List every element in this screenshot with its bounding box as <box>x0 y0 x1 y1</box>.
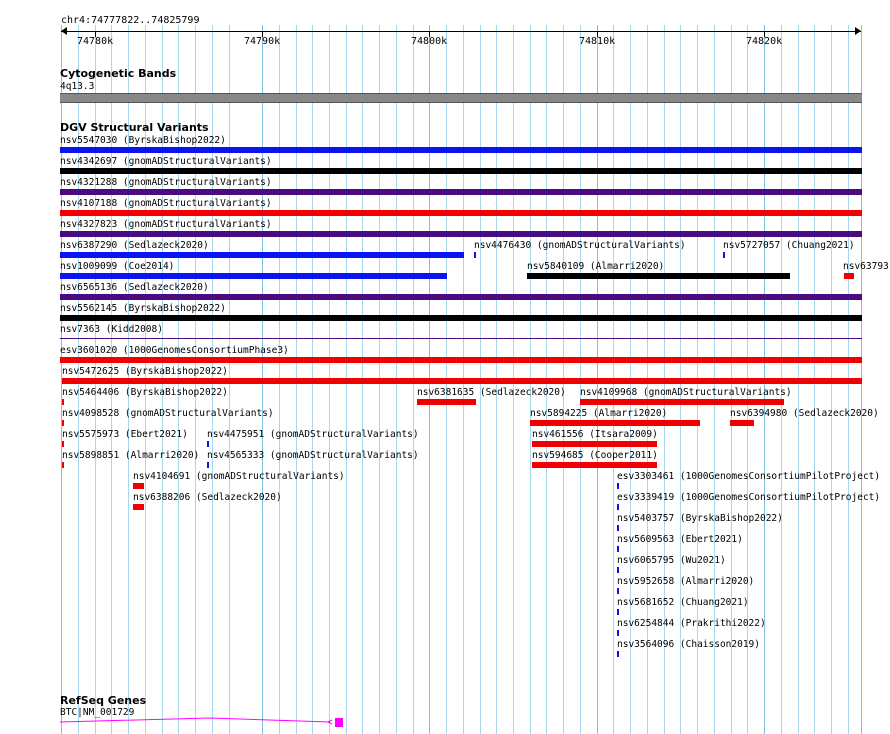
feature-bar[interactable] <box>60 168 862 174</box>
dgv-track-title[interactable]: DGV Structural Variants <box>60 121 209 134</box>
feature-label: esv3303461 (1000GenomesConsortiumPilotPr… <box>617 471 881 482</box>
feature-label: nsv4565333 (gnomADStructuralVariants) <box>207 450 419 461</box>
feature-label: nsv6254844 (Prakrithi2022) <box>617 618 766 629</box>
feature-bar[interactable] <box>60 294 862 300</box>
feature-label: nsv6381635 (Sedlazeck2020) <box>417 387 566 398</box>
feature-bar[interactable] <box>60 252 464 258</box>
feature-label: nsv5609563 (Ebert2021) <box>617 534 743 545</box>
feature-label: nsv6565136 (Sedlazeck2020) <box>60 282 209 293</box>
feature-label: nsv4342697 (gnomADStructuralVariants) <box>60 156 272 167</box>
feature-bar[interactable] <box>580 399 784 405</box>
feature-bar[interactable] <box>62 441 64 447</box>
feature-bar[interactable] <box>474 252 476 258</box>
feature-label: nsv5840109 (Almarri2020) <box>527 261 665 272</box>
ruler-tick-label: 74800k <box>411 36 448 47</box>
feature-label: nsv7363 (Kidd2008) <box>60 324 163 335</box>
feature-label: esv3601020 (1000GenomesConsortiumPhase3) <box>60 345 289 356</box>
feature-bar[interactable] <box>617 567 619 573</box>
feature-label: nsv5952658 (Almarri2020) <box>617 576 755 587</box>
feature-label: nsv5681652 (Chuang2021) <box>617 597 749 608</box>
feature-bar[interactable] <box>527 273 790 279</box>
feature-label: nsv63793 <box>843 261 889 272</box>
feature-label: nsv5727057 (Chuang2021) <box>723 240 855 251</box>
feature-label: nsv5472625 (ByrskaBishop2022) <box>62 366 228 377</box>
ruler-tick-label: 74820k <box>746 36 783 47</box>
feature-label: nsv4475951 (gnomADStructuralVariants) <box>207 429 419 440</box>
feature-bar[interactable] <box>60 357 862 363</box>
feature-bar[interactable] <box>417 399 476 405</box>
feature-bar[interactable] <box>617 630 619 636</box>
ruler-tick-label: 74810k <box>579 36 616 47</box>
cytoband-bar[interactable] <box>60 93 862 103</box>
ruler-axis <box>61 31 861 32</box>
feature-label: nsv5547030 (ByrskaBishop2022) <box>60 135 226 146</box>
ruler-tick-label: 74790k <box>244 36 281 47</box>
gene-exon[interactable] <box>335 718 343 727</box>
feature-label: nsv6387290 (Sedlazeck2020) <box>60 240 209 251</box>
feature-bar[interactable] <box>60 338 862 339</box>
feature-label: nsv4327823 (gnomADStructuralVariants) <box>60 219 272 230</box>
feature-label: nsv5464406 (ByrskaBishop2022) <box>62 387 228 398</box>
feature-bar[interactable] <box>532 462 657 468</box>
feature-label: nsv5898851 (Almarri2020) <box>62 450 200 461</box>
feature-label: nsv4109968 (gnomADStructuralVariants) <box>580 387 792 398</box>
feature-label: nsv3564096 (Chaisson2019) <box>617 639 760 650</box>
ruler-tick-label: 74780k <box>77 36 114 47</box>
feature-bar[interactable] <box>133 504 144 510</box>
feature-bar[interactable] <box>617 588 619 594</box>
feature-bar[interactable] <box>532 441 657 447</box>
feature-bar[interactable] <box>62 399 64 405</box>
feature-bar[interactable] <box>730 420 754 426</box>
gene-model[interactable] <box>60 714 350 730</box>
ruler-left-arrow <box>61 27 67 35</box>
feature-bar[interactable] <box>60 315 862 321</box>
feature-label: nsv5575973 (Ebert2021) <box>62 429 188 440</box>
feature-bar[interactable] <box>62 420 64 426</box>
feature-label: nsv4107188 (gnomADStructuralVariants) <box>60 198 272 209</box>
feature-bar[interactable] <box>62 462 64 468</box>
feature-bar[interactable] <box>617 504 619 510</box>
feature-bar[interactable] <box>617 525 619 531</box>
location-label: chr4:74777822..74825799 <box>61 15 200 26</box>
feature-label: nsv4098528 (gnomADStructuralVariants) <box>62 408 274 419</box>
feature-bar[interactable] <box>60 189 862 195</box>
feature-bar[interactable] <box>60 273 447 279</box>
feature-bar[interactable] <box>60 147 862 153</box>
feature-bar[interactable] <box>207 462 209 468</box>
feature-label: nsv6065795 (Wu2021) <box>617 555 726 566</box>
feature-label: nsv5403757 (ByrskaBishop2022) <box>617 513 783 524</box>
cytoband-label: 4q13.3 <box>60 81 95 92</box>
gene-intron-line <box>60 717 331 723</box>
refseq-track-title[interactable]: RefSeq Genes <box>60 694 146 707</box>
feature-bar[interactable] <box>844 273 854 279</box>
feature-bar[interactable] <box>60 210 862 216</box>
ruler-right-arrow <box>855 27 861 35</box>
feature-bar[interactable] <box>723 252 725 258</box>
feature-bar[interactable] <box>617 609 619 615</box>
feature-bar[interactable] <box>133 483 144 489</box>
feature-label: nsv4321288 (gnomADStructuralVariants) <box>60 177 272 188</box>
feature-bar[interactable] <box>617 651 619 657</box>
feature-label: nsv461556 (Itsara2009) <box>532 429 658 440</box>
feature-label: nsv4104691 (gnomADStructuralVariants) <box>133 471 345 482</box>
feature-bar[interactable] <box>617 546 619 552</box>
feature-label: esv3339419 (1000GenomesConsortiumPilotPr… <box>617 492 881 503</box>
cytoband-track-title[interactable]: Cytogenetic Bands <box>60 67 176 80</box>
feature-label: nsv6388206 (Sedlazeck2020) <box>133 492 282 503</box>
feature-bar[interactable] <box>60 231 862 237</box>
feature-bar[interactable] <box>617 483 619 489</box>
feature-label: nsv594685 (Cooper2011) <box>532 450 658 461</box>
feature-bar[interactable] <box>62 378 862 384</box>
feature-label: nsv1009099 (Coe2014) <box>60 261 175 272</box>
feature-label: nsv4476430 (gnomADStructuralVariants) <box>474 240 686 251</box>
feature-bar[interactable] <box>207 441 209 447</box>
feature-label: nsv6394980 (Sedlazeck2020) <box>730 408 879 419</box>
feature-label: nsv5562145 (ByrskaBishop2022) <box>60 303 226 314</box>
feature-label: nsv5894225 (Almarri2020) <box>530 408 668 419</box>
feature-bar[interactable] <box>530 420 700 426</box>
